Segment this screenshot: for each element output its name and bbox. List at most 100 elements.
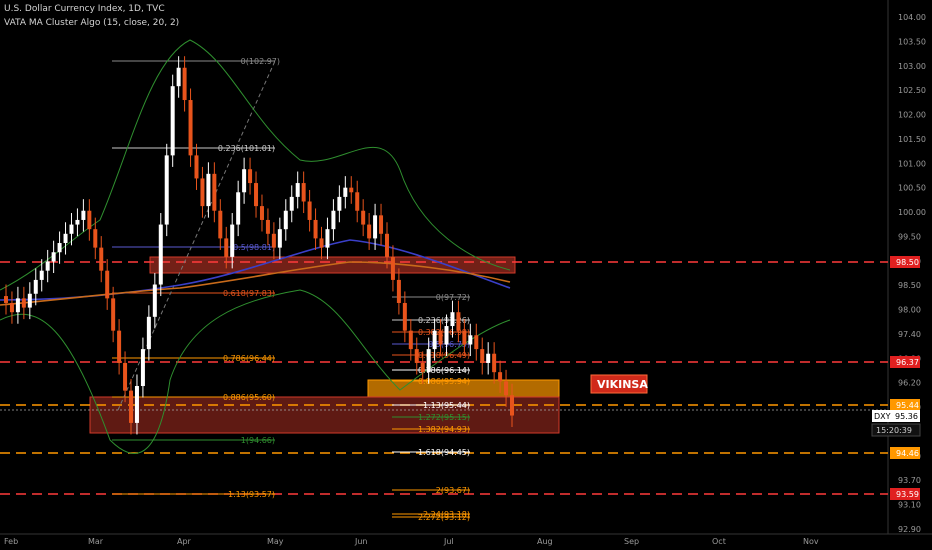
candle-body xyxy=(462,330,467,345)
last-price-value: 95.36 xyxy=(895,412,918,421)
fib-level-label: 0.886(95.94) xyxy=(418,377,470,386)
date-tick-label: Jun xyxy=(354,537,368,546)
fib-level-label: 1.272(95.15) xyxy=(418,413,470,422)
candle-body xyxy=(373,215,378,239)
price-tick-label: 100.50 xyxy=(898,184,926,193)
candle-body xyxy=(313,219,318,239)
candle-body xyxy=(152,284,157,317)
price-tick-label: 99.50 xyxy=(898,232,921,241)
date-tick-label: Aug xyxy=(537,537,553,546)
price-tick-label: 93.10 xyxy=(898,501,921,510)
candle-body xyxy=(408,330,413,350)
candle-body xyxy=(45,261,50,271)
fib-level-label: 1.13(95.44) xyxy=(423,401,470,410)
candle-body xyxy=(176,67,181,87)
candle-body xyxy=(498,372,503,382)
candle-body xyxy=(504,381,509,396)
candle-body xyxy=(444,326,449,345)
price-tick-label: 103.50 xyxy=(898,37,926,46)
candle-body xyxy=(283,210,288,230)
price-tick-label: 102.00 xyxy=(898,111,926,120)
candle-body xyxy=(140,349,145,387)
price-tick-label: 93.70 xyxy=(898,476,921,485)
price-tick-label: 97.40 xyxy=(898,330,921,339)
candle-body xyxy=(194,155,199,179)
candle-body xyxy=(105,270,110,299)
candle-body xyxy=(259,206,264,220)
price-badge-text: 95.44 xyxy=(896,401,919,410)
candle-body xyxy=(301,183,306,202)
candle-body xyxy=(69,224,74,234)
candle-body xyxy=(87,210,92,230)
price-tick-label: 101.00 xyxy=(898,159,926,168)
fib-level-label: 0.236(97.26) xyxy=(418,316,470,325)
fib-level-label: 0.382(96.98) xyxy=(418,328,470,337)
fib-level-label: 1.13(93.57) xyxy=(228,490,275,499)
fib-level-label: 1.618(94.45) xyxy=(418,448,470,457)
candle-body xyxy=(456,312,461,331)
date-tick-label: Sep xyxy=(624,537,639,546)
candle-body xyxy=(206,173,211,207)
date-tick-label: Apr xyxy=(177,537,192,546)
fib-level-label: 0.786(96.44) xyxy=(223,354,275,363)
vikinsa-label-text: VIKINSA xyxy=(597,378,648,391)
candle-body xyxy=(384,233,389,257)
candle-body xyxy=(271,233,276,248)
fib-level-label: 0.618(96.49) xyxy=(418,351,470,360)
candle-body xyxy=(218,210,223,239)
price-chart[interactable]: 104.00 103.50 103.00 102.50 102.00 101.50 101.… xyxy=(0,0,932,550)
price-tick-label: 96.20 xyxy=(898,379,921,388)
candle-body xyxy=(39,270,44,280)
candle-body xyxy=(510,395,514,416)
fib-level-label: 2(93.67) xyxy=(436,486,470,495)
candle-body xyxy=(99,247,104,271)
fib-level-label: 1(94.66) xyxy=(241,436,275,445)
candle-body xyxy=(432,330,437,350)
price-tick-label: 103.00 xyxy=(898,62,926,71)
candle-body xyxy=(492,353,497,373)
fib-level-label: 0.236(101.01) xyxy=(218,144,275,153)
candle-body xyxy=(265,219,270,234)
date-tick-label: May xyxy=(267,537,284,546)
candle-body xyxy=(450,312,455,327)
candle-body xyxy=(164,155,169,225)
date-tick-label: Nov xyxy=(803,537,819,546)
candle-body xyxy=(254,183,259,207)
candle-body xyxy=(93,229,98,248)
candle-body xyxy=(426,349,431,373)
candle-body xyxy=(111,298,116,331)
candle-body xyxy=(331,210,336,230)
price-tick-label: 98.50 xyxy=(898,281,921,290)
demand-zone-red xyxy=(89,396,560,434)
price-badge-text: 96.37 xyxy=(896,358,919,367)
candle-body xyxy=(63,233,68,244)
price-badge-text: 94.46 xyxy=(896,449,919,458)
candle-body xyxy=(480,349,485,363)
candle-body xyxy=(438,330,443,345)
candle-body xyxy=(170,86,175,156)
candle-body xyxy=(236,192,241,225)
candle-body xyxy=(123,362,128,391)
candle-body xyxy=(129,390,134,423)
candle-body xyxy=(4,296,8,303)
candle-body xyxy=(420,362,425,373)
price-tick-label: 104.00 xyxy=(898,13,926,22)
price-tick-label: 98.00 xyxy=(898,306,921,315)
candle-body xyxy=(414,349,419,363)
candle-body xyxy=(390,256,395,280)
candle-body xyxy=(224,238,229,257)
candle-body xyxy=(9,302,14,313)
price-badge-text: 93.59 xyxy=(896,490,919,499)
candle-body xyxy=(75,219,80,225)
candle-body xyxy=(295,183,300,197)
candle-body xyxy=(325,229,330,248)
price-tick-label: 102.50 xyxy=(898,86,926,95)
candle-body xyxy=(182,67,187,101)
candle-body xyxy=(367,224,372,239)
last-price-symbol: DXY xyxy=(874,412,891,421)
candle-body xyxy=(21,298,26,308)
fib-level-label: 0(102.97) xyxy=(241,57,280,66)
countdown-text: 15:20:39 xyxy=(876,426,912,435)
candle-body xyxy=(134,386,139,423)
candle-body xyxy=(146,316,151,350)
